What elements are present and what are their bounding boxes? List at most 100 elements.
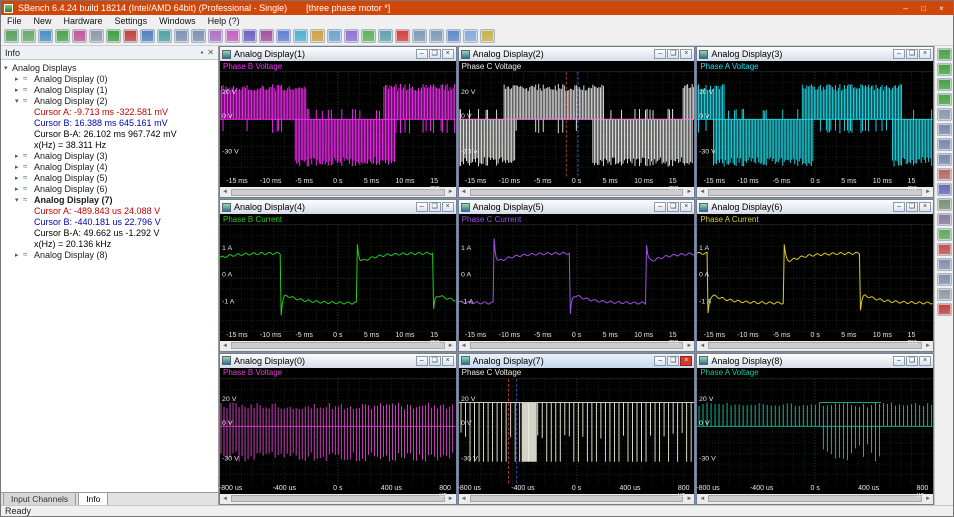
open-project-icon[interactable] [21, 29, 36, 43]
close-panel-icon[interactable]: ✕ [207, 48, 214, 57]
minimize-icon[interactable]: – [415, 202, 428, 213]
scrollbar-thumb[interactable] [231, 495, 445, 503]
persistence-icon[interactable] [936, 213, 952, 226]
move-down-icon[interactable] [936, 273, 952, 286]
move-up-icon[interactable] [936, 258, 952, 271]
menu-settings[interactable]: Settings [109, 16, 154, 26]
analog-display-icon[interactable] [936, 48, 952, 61]
settings-icon[interactable] [89, 29, 104, 43]
close-icon[interactable]: × [441, 355, 454, 366]
scroll-left-icon[interactable]: ◄ [697, 496, 707, 502]
expander-icon[interactable]: ▾ [4, 64, 12, 72]
tree-item[interactable]: ▸ ≈ Analog Display (4) [1, 161, 218, 172]
scroll-left-icon[interactable]: ◄ [220, 496, 230, 502]
xy-display-icon[interactable] [276, 29, 291, 43]
horizontal-scrollbar[interactable]: ◄ ► [697, 340, 933, 351]
digital-display-icon[interactable] [936, 63, 952, 76]
expander-icon[interactable]: ▸ [15, 174, 23, 182]
zoom-out-icon[interactable] [191, 29, 206, 43]
horizontal-scrollbar[interactable]: ◄ ► [697, 493, 933, 504]
tile-windows-icon[interactable] [412, 29, 427, 43]
scrollbar-thumb[interactable] [469, 342, 684, 350]
maximize-icon[interactable]: ❏ [667, 355, 680, 366]
close-display-icon[interactable] [936, 303, 952, 316]
stop-acquisition-icon[interactable] [123, 29, 138, 43]
close-icon[interactable]: × [919, 202, 931, 213]
menu-help[interactable]: Help (?) [202, 16, 246, 26]
scroll-left-icon[interactable]: ◄ [459, 189, 469, 195]
zoom-y-icon[interactable] [936, 138, 952, 151]
tree-item[interactable]: ▾ ≈ Analog Display (2) [1, 95, 218, 106]
expander-icon[interactable]: ▸ [15, 163, 23, 171]
minimize-icon[interactable]: – [654, 355, 667, 366]
tree-root[interactable]: ▾ Analog Displays [1, 62, 218, 73]
spectrum-display-icon[interactable] [936, 78, 952, 91]
horizontal-scrollbar[interactable]: ◄ ► [220, 340, 456, 351]
tree-cursor-info[interactable]: x(Hz) = 20.136 kHz [1, 238, 218, 249]
maximize-icon[interactable]: ❏ [906, 355, 918, 366]
calculation-icon[interactable] [310, 29, 325, 43]
add-display-icon[interactable] [293, 29, 308, 43]
expander-icon[interactable]: ▾ [15, 97, 23, 105]
waveform-plot[interactable]: 20 V 0 V -30 V [458, 72, 695, 179]
remove-channel-icon[interactable] [936, 243, 952, 256]
waveform-plot[interactable]: 1 A 0 A -1 A [458, 225, 695, 332]
close-icon[interactable]: × [680, 355, 693, 366]
close-icon[interactable]: × [441, 49, 454, 59]
minimize-icon[interactable]: – [654, 202, 667, 213]
display-titlebar[interactable]: Analog Display(4) – ❏ × [220, 200, 456, 215]
xy-display-icon[interactable] [936, 93, 952, 106]
scrollbar-thumb[interactable] [469, 495, 684, 503]
close-icon[interactable]: × [919, 49, 931, 59]
cascade-windows-icon[interactable] [429, 29, 444, 43]
display-titlebar[interactable]: Analog Display(5) – ❏ × [458, 200, 695, 215]
scroll-left-icon[interactable]: ◄ [459, 343, 469, 349]
maximize-icon[interactable]: ❏ [428, 49, 441, 59]
maximize-icon[interactable]: ❏ [906, 202, 918, 213]
horizontal-scrollbar[interactable]: ◄ ► [458, 493, 695, 504]
input-channels-pane-icon[interactable] [446, 29, 461, 43]
scrollbar-thumb[interactable] [708, 495, 922, 503]
display-titlebar[interactable]: Analog Display(2) – ❏ × [458, 47, 695, 61]
scrollbar-thumb[interactable] [469, 188, 684, 196]
tree-item[interactable]: ▸ ≈ Analog Display (6) [1, 183, 218, 194]
tree-cursor-info[interactable]: Cursor B-A: 49.662 us -1.292 V [1, 227, 218, 238]
minimize-icon[interactable]: – [893, 355, 905, 366]
expander-icon[interactable]: ▸ [15, 251, 23, 259]
minimize-icon[interactable]: – [893, 49, 905, 59]
new-project-icon[interactable] [4, 29, 19, 43]
expander-icon[interactable]: ▸ [15, 185, 23, 193]
tree-cursor-info[interactable]: Cursor B: 16.388 ms 645.161 mV [1, 117, 218, 128]
scroll-left-icon[interactable]: ◄ [459, 496, 469, 502]
close-icon[interactable]: × [441, 202, 454, 213]
minimize-icon[interactable]: – [415, 355, 428, 366]
scroll-left-icon[interactable]: ◄ [220, 189, 230, 195]
info-pane-icon[interactable] [463, 29, 478, 43]
horizontal-scrollbar[interactable]: ◄ ► [220, 187, 456, 198]
display-titlebar[interactable]: Analog Display(3) – ❏ × [697, 47, 933, 61]
start-acquisition-icon[interactable] [106, 29, 121, 43]
horizontal-scrollbar[interactable]: ◄ ► [220, 493, 456, 504]
tab-input-channels[interactable]: Input Channels [3, 492, 77, 505]
single-shot-icon[interactable] [140, 29, 155, 43]
waveform-plot[interactable]: 1 A 0 A -1 A [697, 225, 933, 332]
waveform-plot[interactable]: 1 A 0 A -1 A [220, 225, 456, 332]
zoom-x-icon[interactable] [936, 123, 952, 136]
export-data-icon[interactable] [361, 29, 376, 43]
expander-icon[interactable]: ▸ [15, 75, 23, 83]
maximize-icon[interactable]: ❏ [428, 355, 441, 366]
maximize-icon[interactable]: □ [915, 2, 932, 15]
tree-item[interactable]: ▸ ≈ Analog Display (5) [1, 172, 218, 183]
horizontal-scrollbar[interactable]: ◄ ► [697, 187, 933, 198]
save-project-icon[interactable] [38, 29, 53, 43]
tree-item[interactable]: ▸ ≈ Analog Display (1) [1, 84, 218, 95]
scroll-left-icon[interactable]: ◄ [220, 343, 230, 349]
menu-hardware[interactable]: Hardware [58, 16, 109, 26]
maximize-icon[interactable]: ❏ [667, 202, 680, 213]
tree-item[interactable]: ▾ ≈ Analog Display (7) [1, 194, 218, 205]
close-icon[interactable]: × [919, 355, 931, 366]
add-channel-icon[interactable] [936, 228, 952, 241]
tree-item[interactable]: ▸ ≈ Analog Display (3) [1, 150, 218, 161]
grid-toggle-icon[interactable] [936, 198, 952, 211]
display-titlebar[interactable]: Analog Display(1) – ❏ × [220, 47, 456, 61]
